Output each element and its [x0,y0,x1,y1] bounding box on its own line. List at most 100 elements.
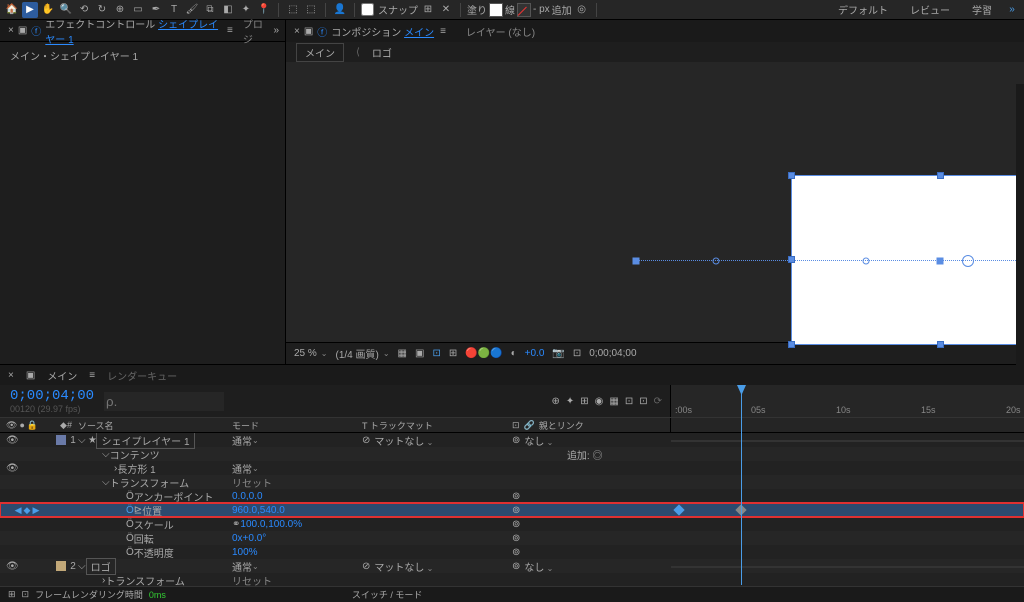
transparency-icon[interactable]: ▦ [398,348,407,359]
channel-icon[interactable]: 🔴🟢🔵 [465,348,502,359]
breadcrumb-layer[interactable]: ロゴ [372,45,392,60]
expr-pickwhip-icon[interactable]: ⊚ [512,491,520,502]
comp-tab-title[interactable]: コンポジション メイン [331,24,434,39]
add-label[interactable]: 追加 [552,2,572,17]
expr-header-icon[interactable]: ⊡ [512,420,520,431]
source-header[interactable]: ソース名 [78,418,232,432]
blend-mode[interactable]: 通常 [232,433,362,448]
comp-expr-icon[interactable]: ⓕ [317,24,327,39]
anchor-value[interactable]: 0.0,0.0 [232,491,263,502]
pickwhip-icon[interactable]: ⊚ [512,435,520,446]
position-row[interactable]: ◀◆▶ Ö ⊵ 位置 960.0,540.0 ⊚ [0,503,1024,517]
extra-tool-1[interactable]: ⬚ [285,2,301,18]
rotation-value[interactable]: 0x+0.0° [232,533,266,544]
anchor-row[interactable]: Ö アンカーポイント 0.0,0.0 ⊚ [0,489,1024,503]
home-icon[interactable]: 🏠 [4,2,20,18]
show-snapshot-icon[interactable]: ⊡ [573,348,581,359]
mask-icon[interactable]: ▣ [415,348,424,359]
toggle-switches-icon[interactable]: ⊞ [8,589,16,600]
link-header-icon[interactable]: 🔗 [524,420,535,431]
comp-tab-options-icon[interactable]: ≡ [440,26,446,37]
solo-header-icon[interactable]: ● [19,420,24,430]
project-tab[interactable]: プロジ [243,16,270,46]
eye-header-icon[interactable]: 👁 [6,420,17,431]
add-content-icon[interactable]: ◎ [593,451,603,462]
layer-row[interactable]: 👁 1 ⌵ ★ シェイプレイヤー 1 通常 ⊘ マットなし ⊚ なし [0,433,1024,447]
next-kf-icon[interactable]: ▶ [32,505,39,516]
transform-row[interactable]: ⌵ トランスフォーム リセット [0,475,1024,489]
extra-tool-2[interactable]: ⬚ [303,2,319,18]
pickwhip-icon[interactable]: ⊚ [512,561,520,572]
exposure-value[interactable]: +0.0 [525,348,545,359]
current-time-indicator[interactable] [741,385,742,585]
fill-label[interactable]: 塗り [467,2,487,17]
path-point[interactable] [713,258,720,265]
reset-link[interactable]: リセット [232,573,272,587]
timeline-search[interactable] [104,392,224,411]
toggle-modes-icon[interactable]: ⊡ [22,589,30,600]
path-point[interactable] [863,258,870,265]
matte-dropdown[interactable]: マットなし [374,433,433,448]
snap-toggle[interactable]: スナップ [361,2,418,17]
tl-icon-3[interactable]: ⊞ [580,396,588,407]
opacity-value[interactable]: 100% [232,547,258,558]
anchor-point-icon[interactable] [962,255,974,267]
path-point[interactable] [937,258,944,265]
extra-tool-3[interactable]: 👤 [332,2,348,18]
resolution-dropdown[interactable]: (1/4 画質) [336,346,390,361]
blend-mode[interactable]: 通常 [232,559,362,574]
tl-close-icon[interactable]: × [8,370,14,381]
parent-dropdown[interactable]: なし [524,433,553,448]
keyframe[interactable] [673,504,684,515]
panel-overflow-icon[interactable]: » [273,25,279,36]
fill-swatch[interactable] [489,3,503,17]
path-point[interactable] [633,258,640,265]
tl-tab-main[interactable]: メイン [47,368,77,383]
tl-icon-5[interactable]: ▦ [609,396,618,407]
eye-icon[interactable]: 👁 [6,463,19,474]
scale-value[interactable]: 100.0,100.0% [240,519,302,530]
workspace-default[interactable]: デフォルト [828,0,898,19]
layer-bar[interactable] [671,566,1024,568]
tl-icon-4[interactable]: ◉ [595,396,604,407]
rotation-row[interactable]: Ö 回転 0x+0.0° ⊚ [0,531,1024,545]
contents-row[interactable]: ⌵ コンテンツ 追加: ◎ [0,447,1024,461]
preview-time[interactable]: 0;00;04;00 [589,348,636,359]
expr-pickwhip-icon[interactable]: ⊚ [512,547,520,558]
expressions-icon[interactable]: ⓕ [31,23,41,38]
canvas[interactable] [286,62,1024,342]
panel-menu-icon[interactable]: × [8,25,14,36]
tl-icon-8[interactable]: ⟳ [654,396,662,407]
mode-header[interactable]: モード [232,418,362,432]
stroke-width[interactable]: - px [533,4,550,15]
matte-dropdown[interactable]: マットなし [374,559,433,574]
scrollbar-vertical[interactable] [1016,84,1024,404]
layer-bar[interactable] [671,440,1024,442]
switches-modes-toggle[interactable]: スイッチ / モード [352,588,423,601]
parent-dropdown[interactable]: なし [524,559,553,574]
workspace-more-icon[interactable]: » [1004,2,1020,18]
scale-row[interactable]: Ö スケール ⚭ 100.0,100.0% ⊚ [0,517,1024,531]
position-value[interactable]: 960.0,540.0 [232,505,285,516]
shape-mode[interactable]: 通常 [232,461,362,476]
guides-icon[interactable]: ⊡ [432,348,440,359]
matte-icon[interactable]: ⊘ [362,561,370,572]
current-time[interactable]: 0;00;04;00 [10,388,94,404]
matte-icon[interactable]: ⊘ [362,435,370,446]
reset-exposure-icon[interactable]: ◐ [511,348,517,359]
region-icon[interactable]: ⊞ [449,348,457,359]
snap-opt-icon[interactable]: ⊞ [420,2,436,18]
expr-pickwhip-icon[interactable]: ⊚ [512,505,520,516]
stopwatch-icon[interactable]: Ö [126,547,134,558]
selection-tool[interactable]: ▶ [22,2,38,18]
tl-icon-2[interactable]: ✦ [566,396,574,407]
expr-pickwhip-icon[interactable]: ⊚ [512,519,520,530]
transform-row[interactable]: › トランスフォーム リセット [0,573,1024,586]
layer-tab[interactable]: レイヤー (なし) [466,24,535,39]
lock-header-icon[interactable]: 🔒 [27,420,38,431]
panel-options-icon[interactable]: ≡ [227,25,233,36]
stroke-label[interactable]: 線 [505,2,515,17]
reset-link[interactable]: リセット [232,475,272,490]
label-header-icon[interactable]: ◆ [60,420,67,431]
comp-close-icon[interactable]: × [294,26,300,37]
